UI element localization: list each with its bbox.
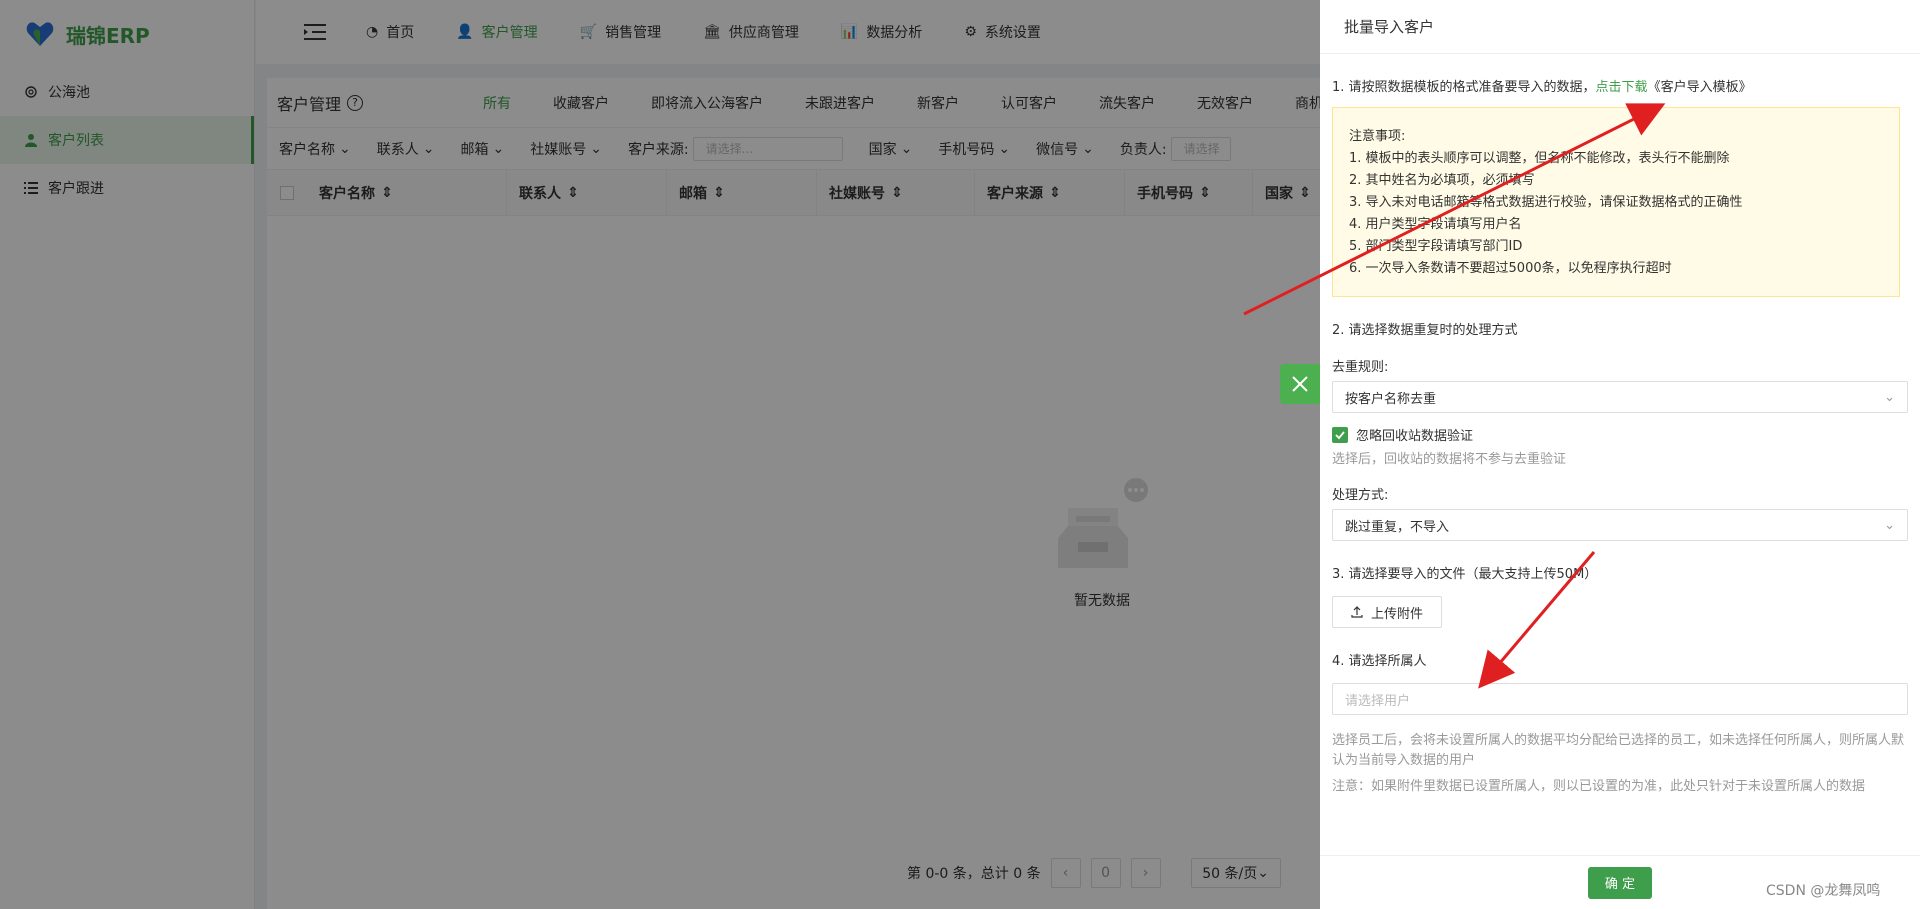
- notice-box: 注意事项: 1. 模板中的表头顺序可以调整，但名称不能修改，表头行不能删除 2.…: [1332, 107, 1900, 297]
- check-icon: [1335, 430, 1345, 439]
- chevron-down-icon: ⌄: [1884, 517, 1895, 533]
- notice-item: 5. 部门类型字段请填写部门ID: [1349, 239, 1523, 254]
- chevron-down-icon: ⌄: [1884, 389, 1895, 405]
- owner-hint: 选择员工后，会将未设置所属人的数据平均分配给已选择的员工，如未选择任何所属人，则…: [1332, 733, 1905, 768]
- owner-note: 注意：如果附件里数据已设置所属人，则以已设置的为准，此处只针对于未设置所属人的数…: [1332, 779, 1866, 794]
- step-3: 3. 请选择要导入的文件（最大支持上传50M）: [1332, 567, 1598, 582]
- step-1: 1. 请按照数据模板的格式准备要导入的数据，点击下载《客户导入模板》: [1332, 80, 1752, 95]
- notice-item: 4. 用户类型字段请填写用户名: [1349, 217, 1522, 232]
- download-template-link[interactable]: 点击下载: [1596, 80, 1648, 95]
- process-select[interactable]: 跳过重复，不导入 ⌄: [1332, 509, 1908, 541]
- ignore-recycle-checkbox[interactable]: [1332, 426, 1348, 443]
- drawer-close-button[interactable]: [1280, 364, 1320, 404]
- drawer-body: 1. 请按照数据模板的格式准备要导入的数据，点击下载《客户导入模板》 注意事项:…: [1320, 76, 1920, 797]
- process-label: 处理方式:: [1332, 488, 1389, 503]
- notice-item: 2. 其中姓名为必填项，必须填写: [1349, 173, 1535, 188]
- notice-item: 3. 导入未对电话邮箱等格式数据进行校验，请保证数据格式的正确性: [1349, 195, 1743, 210]
- notice-item: 1. 模板中的表头顺序可以调整，但名称不能修改，表头行不能删除: [1349, 151, 1730, 166]
- drawer-overlay[interactable]: [0, 0, 1320, 909]
- template-name: 《客户导入模板》: [1647, 80, 1752, 95]
- dedupe-label: 去重规则:: [1332, 360, 1389, 375]
- drawer-title: 批量导入客户: [1320, 0, 1920, 54]
- watermark: CSDN @龙舞凤鸣: [1766, 883, 1881, 899]
- step-2: 2. 请选择数据重复时的处理方式: [1332, 323, 1518, 338]
- upload-button[interactable]: 上传附件: [1332, 596, 1442, 628]
- close-icon: [1292, 376, 1308, 392]
- import-drawer: 批量导入客户 1. 请按照数据模板的格式准备要导入的数据，点击下载《客户导入模板…: [1320, 0, 1920, 909]
- confirm-button[interactable]: 确 定: [1588, 866, 1652, 899]
- ignore-recycle-hint: 选择后，回收站的数据将不参与去重验证: [1332, 452, 1567, 467]
- step-4: 4. 请选择所属人: [1332, 654, 1427, 669]
- notice-item: 6. 一次导入条数请不要超过5000条，以免程序执行超时: [1349, 261, 1672, 276]
- dedupe-select[interactable]: 按客户名称去重 ⌄: [1332, 381, 1908, 413]
- ignore-recycle-row[interactable]: 忽略回收站数据验证: [1332, 425, 1908, 444]
- user-select-input[interactable]: 请选择用户: [1332, 683, 1908, 715]
- upload-icon: [1351, 606, 1363, 618]
